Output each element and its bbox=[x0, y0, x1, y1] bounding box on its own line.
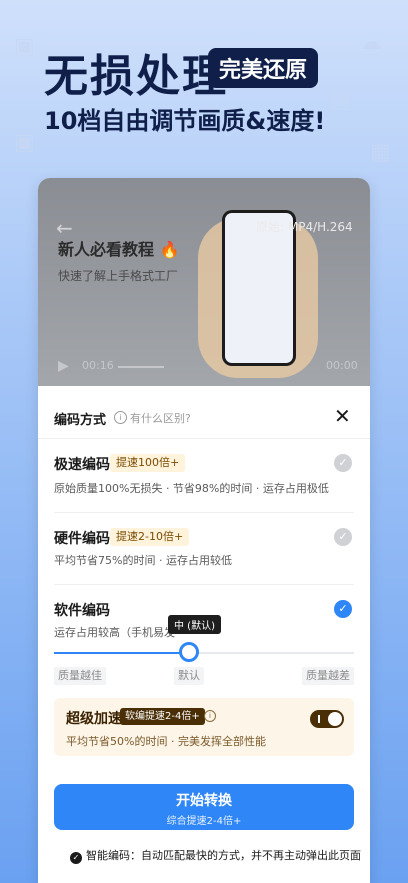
divider bbox=[38, 438, 370, 439]
start-conversion-button[interactable]: 开始转换 综合提速2-4倍+ bbox=[54, 784, 354, 830]
super-boost-panel: 超级加速 软编提速2-4倍+ i 平均节省50%的时间 · 完美发挥全部性能 bbox=[54, 698, 354, 756]
smart-encoding-option[interactable]: ✓ 智能编码：自动匹配最快的方式，并不再主动弹出此页面 bbox=[70, 847, 361, 864]
info-icon[interactable]: i bbox=[114, 411, 127, 424]
check-icon: ✓ bbox=[70, 852, 82, 864]
boost-title: 超级加速 bbox=[66, 711, 122, 727]
hero-title: 无损处理 bbox=[44, 51, 228, 102]
start-sublabel: 综合提速2-4倍+ bbox=[166, 816, 242, 827]
slider-label-default: 默认 bbox=[174, 667, 204, 685]
hero-badge: 完美还原 bbox=[208, 48, 318, 88]
option-fast-desc: 原始质量100%无损失 · 节省98%的时间 · 运存占用极低 bbox=[54, 482, 329, 495]
start-label: 开始转换 bbox=[176, 793, 232, 809]
boost-toggle[interactable] bbox=[310, 710, 344, 728]
option-hardware-tag: 提速2-10倍+ bbox=[110, 528, 190, 546]
file-icon: ▣ bbox=[14, 130, 35, 155]
file-icon: ▦ bbox=[370, 140, 391, 165]
option-software-desc: 运存占用较高（手机易发 bbox=[54, 626, 175, 639]
encoding-sheet: 编码方式 i 有什么区别? ✕ 极速编码 提速100倍+ 原始质量100%无损失… bbox=[38, 396, 370, 883]
slider-label-best: 质量越佳 bbox=[54, 667, 106, 685]
cloud-icon: ☁ bbox=[360, 30, 382, 55]
progress-bar[interactable] bbox=[118, 366, 164, 368]
close-icon[interactable]: ✕ bbox=[334, 404, 351, 428]
video-title: 新人必看教程 🔥 bbox=[58, 240, 180, 259]
option-hardware-check-icon[interactable]: ✓ bbox=[334, 528, 352, 546]
option-hardware-title: 硬件编码 bbox=[54, 531, 110, 547]
file-icon: ▣ bbox=[14, 34, 35, 59]
video-meta: 原始: MP4/H.264 bbox=[256, 220, 353, 234]
info-icon[interactable]: i bbox=[204, 710, 216, 722]
sheet-title: 编码方式 bbox=[54, 413, 107, 428]
app-card: ← 新人必看教程 🔥 快速了解上手格式工厂 原始: MP4/H.264 ▶ 00… bbox=[38, 178, 370, 883]
quality-slider-knob[interactable] bbox=[179, 642, 199, 662]
hero-subtitle: 10档自由调节画质&速度! bbox=[44, 107, 326, 135]
tutorial-video[interactable]: ← 新人必看教程 🔥 快速了解上手格式工厂 原始: MP4/H.264 ▶ 00… bbox=[38, 178, 370, 386]
quality-slider-fill bbox=[54, 652, 189, 654]
option-hardware-desc: 平均节省75%的时间 · 运存占用较低 bbox=[54, 554, 232, 567]
slider-tooltip: 中 (默认) bbox=[168, 615, 221, 634]
option-software-title: 软件编码 bbox=[54, 603, 110, 619]
video-subtitle: 快速了解上手格式工厂 bbox=[58, 269, 179, 283]
file-icon: ▤ bbox=[330, 88, 351, 113]
play-icon[interactable]: ▶ bbox=[58, 358, 69, 374]
option-fast-tag: 提速100倍+ bbox=[110, 454, 186, 472]
divider bbox=[54, 584, 354, 585]
boost-tag: 软编提速2-4倍+ bbox=[120, 708, 205, 725]
difference-link[interactable]: 有什么区别? bbox=[130, 410, 191, 426]
time-current: 00:16 bbox=[82, 359, 114, 372]
divider bbox=[54, 512, 354, 513]
option-fast-check-icon[interactable]: ✓ bbox=[334, 454, 352, 472]
option-software-check-icon[interactable]: ✓ bbox=[334, 600, 352, 618]
smart-encoding-label: 智能编码：自动匹配最快的方式，并不再主动弹出此页面 bbox=[86, 849, 361, 862]
slider-label-worst: 质量越差 bbox=[302, 667, 354, 685]
time-total: 00:00 bbox=[326, 359, 358, 372]
option-fast-title: 极速编码 bbox=[54, 457, 110, 473]
boost-desc: 平均节省50%的时间 · 完美发挥全部性能 bbox=[66, 735, 266, 748]
